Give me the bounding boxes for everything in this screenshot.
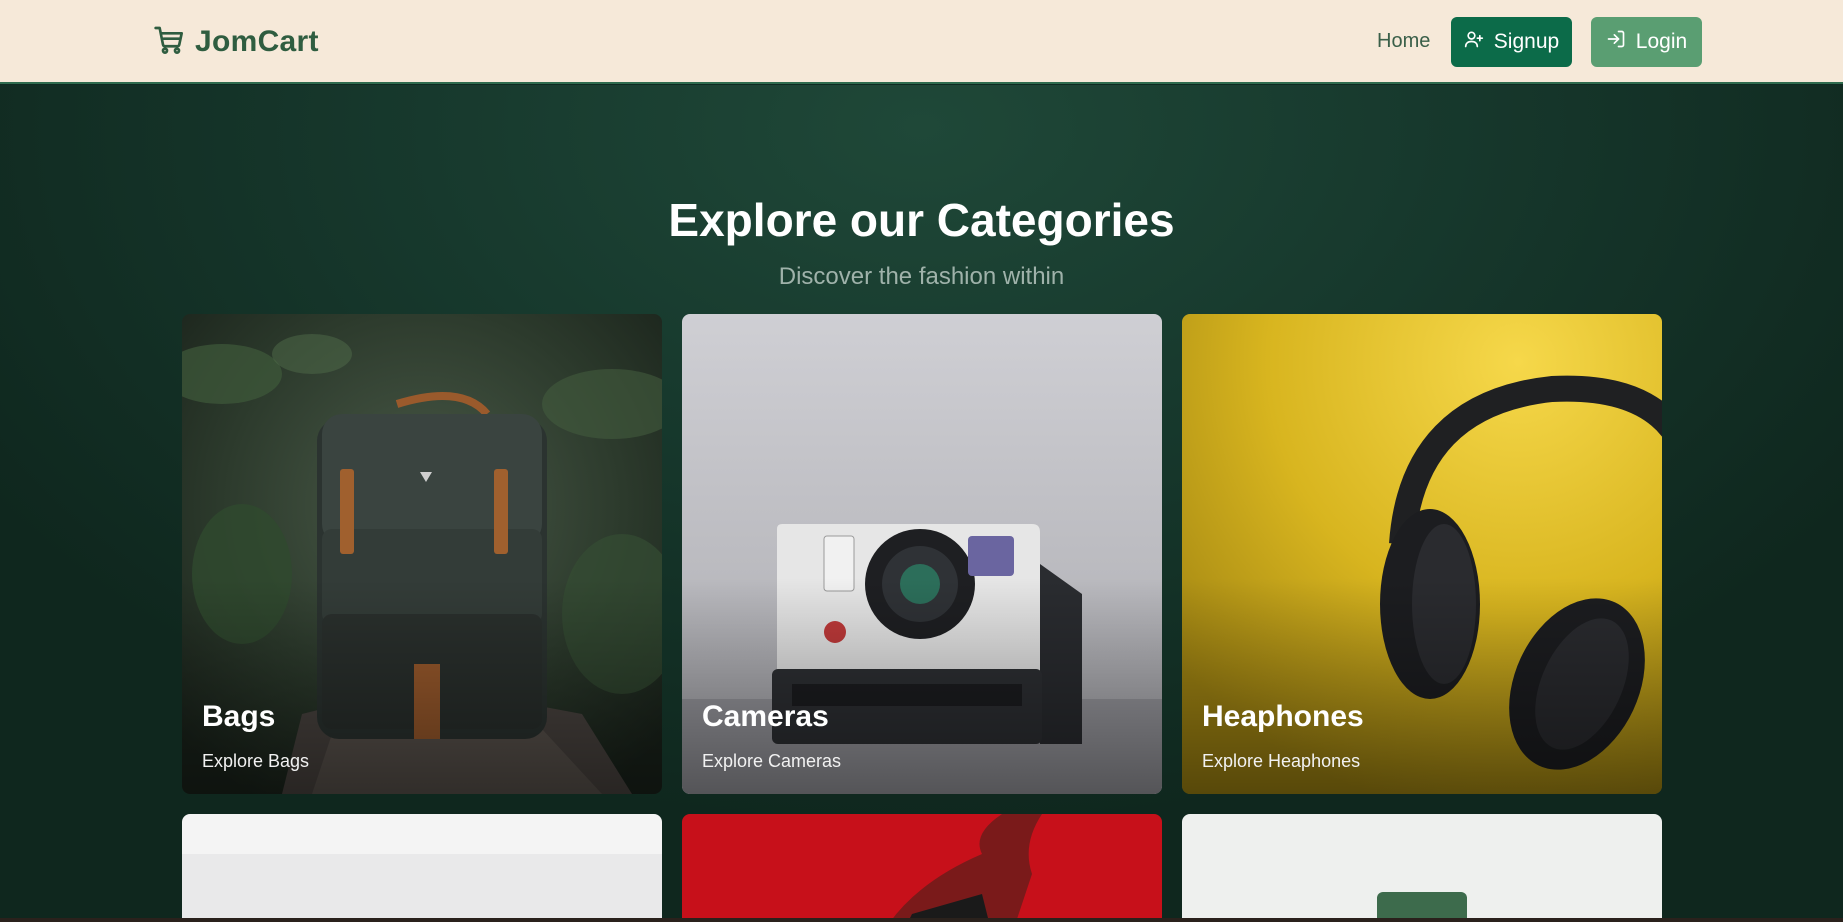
user-plus-icon bbox=[1464, 29, 1484, 55]
nav-home-link[interactable]: Home bbox=[1377, 30, 1430, 53]
card-4-image bbox=[182, 814, 662, 922]
login-button[interactable]: Login bbox=[1591, 17, 1702, 67]
card-title: Heaphones bbox=[1202, 700, 1364, 733]
category-card-4[interactable] bbox=[182, 814, 662, 922]
signup-label: Signup bbox=[1493, 30, 1560, 53]
card-explore-link[interactable]: Explore Cameras bbox=[702, 751, 841, 772]
brand-link[interactable]: JomCart bbox=[153, 24, 319, 60]
card-5-image bbox=[682, 814, 1162, 922]
category-card-headphones[interactable]: Heaphones Explore Heaphones bbox=[1182, 314, 1662, 794]
cart-icon bbox=[153, 24, 185, 61]
navbar: JomCart Home Signup Login bbox=[0, 0, 1843, 84]
login-label: Login bbox=[1635, 30, 1688, 53]
category-card-bags[interactable]: Bags Explore Bags bbox=[182, 314, 662, 794]
card-title: Bags bbox=[202, 700, 276, 733]
card-explore-link[interactable]: Explore Heaphones bbox=[1202, 751, 1360, 772]
section-title: Explore our Categories bbox=[668, 194, 1175, 246]
category-card-cameras[interactable]: Cameras Explore Cameras bbox=[682, 314, 1162, 794]
brand-name: JomCart bbox=[195, 25, 319, 58]
category-card-6[interactable] bbox=[1182, 814, 1662, 922]
category-card-5[interactable] bbox=[682, 814, 1162, 922]
categories-section: Explore our Categories Discover the fash… bbox=[0, 85, 1843, 922]
card-6-image bbox=[1182, 814, 1662, 922]
card-title: Cameras bbox=[702, 700, 829, 733]
bottom-edge bbox=[0, 918, 1843, 922]
card-explore-link[interactable]: Explore Bags bbox=[202, 751, 309, 772]
section-subtitle: Discover the fashion within bbox=[778, 263, 1065, 290]
login-arrow-icon bbox=[1606, 29, 1626, 55]
signup-button[interactable]: Signup bbox=[1451, 17, 1572, 67]
